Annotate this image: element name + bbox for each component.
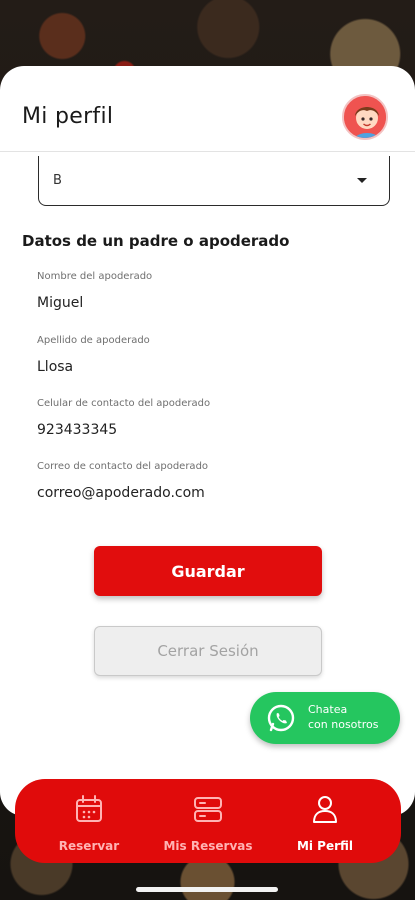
- calendar-icon: [76, 795, 102, 822]
- whatsapp-label: Chatea con nosotros: [308, 702, 396, 732]
- whatsapp-label-line2: con nosotros: [308, 718, 379, 731]
- nav-item-reservar[interactable]: Reservar: [45, 779, 133, 863]
- guardian-phone-field[interactable]: 923433345: [37, 422, 117, 438]
- guardian-phone-label: Celular de contacto del apoderado: [37, 398, 211, 409]
- bottom-nav: Reservar Mis Reservas Mi Perfil: [15, 779, 401, 863]
- user-icon: [313, 796, 337, 823]
- avatar-face-icon: [344, 96, 386, 138]
- list-icon: [194, 797, 222, 822]
- guardian-name-label: Nombre del apoderado: [37, 271, 153, 282]
- save-button[interactable]: Guardar: [94, 546, 322, 596]
- group-select[interactable]: B: [38, 156, 390, 206]
- whatsapp-chat-button[interactable]: Chatea con nosotros: [250, 692, 400, 744]
- home-indicator: [136, 887, 278, 892]
- nav-item-mi-perfil[interactable]: Mi Perfil: [285, 779, 365, 863]
- nav-item-mis-reservas[interactable]: Mis Reservas: [160, 779, 256, 863]
- whatsapp-label-line1: Chatea: [308, 703, 348, 716]
- whatsapp-icon: [267, 704, 295, 732]
- select-value: B: [53, 173, 62, 188]
- guardian-lastname-label: Apellido de apoderado: [37, 335, 150, 346]
- guardian-email-label: Correo de contacto del apoderado: [37, 461, 209, 472]
- guardian-lastname-field[interactable]: Llosa: [37, 359, 73, 375]
- logout-button[interactable]: Cerrar Sesión: [94, 626, 322, 676]
- profile-header: Mi perfil: [0, 66, 415, 152]
- section-title: Datos de un padre o apoderado: [22, 232, 290, 250]
- chevron-down-icon: [357, 178, 367, 183]
- guardian-name-field[interactable]: Miguel: [37, 295, 83, 311]
- page-title: Mi perfil: [22, 104, 114, 129]
- nav-label-mi-perfil: Mi Perfil: [296, 839, 354, 853]
- avatar[interactable]: [342, 94, 388, 140]
- nav-label-reservar: Reservar: [58, 839, 120, 853]
- nav-label-mis-reservas: Mis Reservas: [163, 839, 253, 853]
- guardian-email-field[interactable]: correo@apoderado.com: [37, 485, 205, 501]
